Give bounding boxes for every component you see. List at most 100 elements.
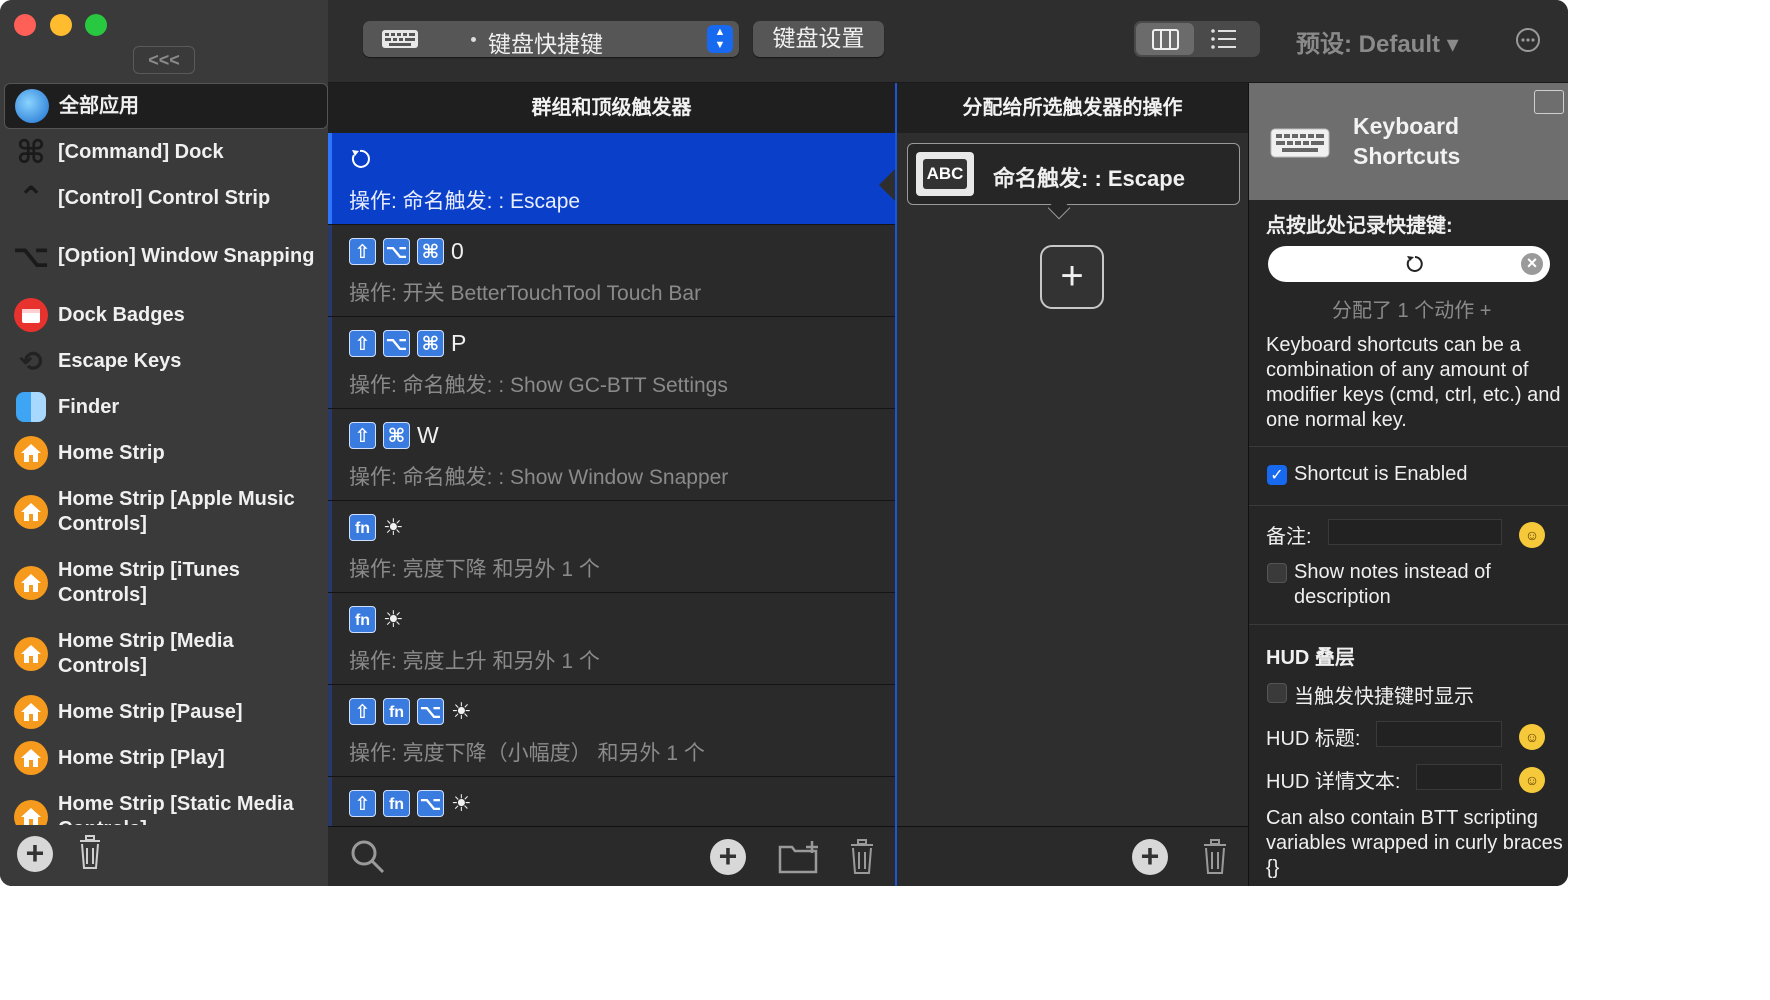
assigned-actions-label[interactable]: 分配了 1 个动作 + xyxy=(1332,294,1491,323)
trigger-row[interactable]: ⇧ ⌘ W 操作: 命名触发: : Show Window Snapper xyxy=(328,409,895,501)
collapse-sidebar-button[interactable]: <<< xyxy=(133,46,195,74)
keyboard-icon xyxy=(382,30,418,48)
toolbar: 键盘快捷键 ▲ ▼ 键盘设置 预设: Default ▾ xyxy=(328,0,1568,83)
add-action-button[interactable]: + xyxy=(1040,245,1104,309)
control-key-icon: ⌃ xyxy=(17,179,45,216)
minimize-window-button[interactable] xyxy=(50,14,72,36)
search-icon[interactable] xyxy=(350,839,386,875)
main-key: ☀ xyxy=(451,697,472,724)
home-icon xyxy=(14,636,48,671)
record-shortcut-field[interactable]: × xyxy=(1268,246,1550,282)
sidebar-item[interactable]: Home Strip [Static Media Controls] xyxy=(4,781,328,825)
selection-arrow xyxy=(879,169,895,201)
trigger-type-popup[interactable]: 键盘快捷键 ▲ ▼ xyxy=(363,21,739,57)
sidebar-item[interactable]: Home Strip [Media Controls] xyxy=(4,618,328,689)
add-app-button[interactable]: + xyxy=(17,836,53,872)
sidebar-item[interactable]: ⌘ [Command] Dock xyxy=(4,129,328,175)
sidebar-item[interactable]: Finder xyxy=(4,384,328,430)
trigger-action-text: 操作: 亮度下降（小幅度） 和另外 1 个 xyxy=(349,742,705,765)
inspector-title-line1: Keyboard xyxy=(1353,113,1460,139)
modifier-key-badge: ⌥ xyxy=(417,789,444,817)
sidebar-item[interactable]: Home Strip [Apple Music Controls] xyxy=(4,476,328,547)
preset-selector[interactable]: 预设: Default ▾ xyxy=(1296,24,1459,59)
sidebar-item-label: Home Strip [Pause] xyxy=(58,700,243,723)
notes-label: 备注: xyxy=(1266,526,1312,548)
dock-badges-icon xyxy=(14,298,48,332)
shortcut-keys: ⇧ ⌘ W xyxy=(349,421,439,449)
app-window: <<< 全部应用 ⌘ [Command] Dock ⌃ [Control] Contro… xyxy=(0,0,1568,886)
sidebar-item-label: Escape Keys xyxy=(58,349,182,372)
detach-window-icon[interactable] xyxy=(1534,90,1564,114)
sidebar-item[interactable]: ⌃ [Control] Control Strip xyxy=(4,175,328,221)
sidebar-item[interactable]: ⌥ [Option] Window Snapping xyxy=(4,221,328,292)
sidebar-item-label: Home Strip [Media Controls] xyxy=(58,629,234,677)
add-trigger-button[interactable]: + xyxy=(710,839,746,875)
emoji-picker-icon[interactable]: ☺ xyxy=(1519,522,1545,548)
modifier-key-badge: ⇧ xyxy=(349,697,376,725)
keyboard-settings-button[interactable]: 键盘设置 xyxy=(753,21,884,57)
add-action-footer-button[interactable]: + xyxy=(1132,839,1168,875)
sidebar-item-label: Home Strip xyxy=(58,441,165,464)
trigger-row[interactable]: 操作: 命名触发: : Escape xyxy=(328,133,895,225)
modifier-key-badge: ⌥ xyxy=(417,697,444,725)
action-item[interactable]: ABC 命名触发: : Escape xyxy=(907,143,1240,220)
close-window-button[interactable] xyxy=(14,14,36,36)
emoji-picker-icon[interactable]: ☺ xyxy=(1519,724,1545,750)
modifier-key-badge: ⇧ xyxy=(349,237,376,265)
shortcut-keys: fn ☀ xyxy=(349,513,404,541)
trigger-row[interactable]: fn ☀ 操作: 亮度上升 和另外 1 个 xyxy=(328,593,895,685)
modifier-key-badge: fn xyxy=(383,789,410,817)
shortcut-enabled-label: Shortcut is Enabled xyxy=(1294,463,1468,485)
sidebar-item-label: 全部应用 xyxy=(59,94,139,117)
main-key: P xyxy=(451,329,467,356)
inspector-title: Keyboard Shortcuts xyxy=(1353,111,1460,171)
home-icon xyxy=(14,494,48,529)
trash-icon[interactable] xyxy=(76,834,104,870)
divider xyxy=(1249,446,1568,447)
modifier-key-badge: ⇧ xyxy=(349,329,376,357)
home-icon xyxy=(14,741,48,775)
emoji-picker-icon[interactable]: ☺ xyxy=(1519,767,1545,793)
modifier-key-badge: ⇧ xyxy=(349,789,376,817)
abc-badge: ABC xyxy=(923,159,967,189)
view-mode-segmented xyxy=(1134,21,1260,57)
list-view-icon[interactable] xyxy=(1210,27,1238,51)
sidebar-item[interactable]: Home Strip [Play] xyxy=(4,735,328,781)
hud-detail-field[interactable] xyxy=(1416,764,1502,790)
trigger-row[interactable]: ⇧ ⌥ ⌘ P 操作: 命名触发: : Show GC-BTT Settings xyxy=(328,317,895,409)
delete-action-icon[interactable] xyxy=(1201,839,1229,875)
sidebar-item-label: Home Strip [Apple Music Controls] xyxy=(58,487,295,535)
clear-shortcut-button[interactable]: × xyxy=(1521,253,1543,275)
command-key-icon: ⌘ xyxy=(16,133,46,170)
show-notes-label: Show notes instead of description xyxy=(1294,561,1491,608)
columns-view-button[interactable] xyxy=(1136,23,1194,55)
row-indicator xyxy=(328,317,332,408)
hud-show-checkbox[interactable] xyxy=(1267,683,1287,703)
hud-title-field[interactable] xyxy=(1376,721,1502,747)
trigger-list-header: 群组和顶级触发器 xyxy=(328,83,895,133)
notes-field[interactable] xyxy=(1328,519,1502,545)
shortcut-enabled-checkbox[interactable]: ✓ xyxy=(1267,465,1287,485)
show-notes-checkbox[interactable] xyxy=(1267,563,1287,583)
zoom-window-button[interactable] xyxy=(85,14,107,36)
escape-icon: ⟲ xyxy=(19,345,43,377)
sidebar-item[interactable]: Home Strip [Pause] xyxy=(4,689,328,735)
inspector-panel: Keyboard Shortcuts 点按此处记录快捷键: × 分配了 1 个动… xyxy=(1248,83,1568,886)
shortcut-keys: ⇧ ⌥ ⌘ P xyxy=(349,329,466,357)
trigger-row[interactable]: ⇧ ⌥ ⌘ 0 操作: 开关 BetterTouchTool Touch Bar xyxy=(328,225,895,317)
sidebar-item-label: [Control] Control Strip xyxy=(58,186,271,209)
trigger-row[interactable]: ⇧ fn ⌥ ☀ 操作: 亮度下降（小幅度） 和另外 1 个 xyxy=(328,685,895,777)
sidebar-item[interactable]: Home Strip [iTunes Controls] xyxy=(4,547,328,618)
modifier-key-badge: fn xyxy=(349,605,376,633)
sidebar-item[interactable]: ⟲ Escape Keys xyxy=(4,338,328,384)
sidebar-item[interactable]: Home Strip xyxy=(4,430,328,476)
more-options-icon[interactable] xyxy=(1516,28,1540,52)
chevron-updown-icon: ▲ ▼ xyxy=(707,25,733,53)
add-folder-icon[interactable] xyxy=(778,839,820,875)
record-shortcut-label: 点按此处记录快捷键: xyxy=(1266,215,1453,237)
sidebar-item-label: Home Strip [iTunes Controls] xyxy=(58,558,240,606)
sidebar-item[interactable]: 全部应用 xyxy=(4,83,328,129)
trigger-row[interactable]: fn ☀ 操作: 亮度下降 和另外 1 个 xyxy=(328,501,895,593)
delete-trigger-icon[interactable] xyxy=(848,839,876,875)
sidebar-item[interactable]: Dock Badges xyxy=(4,292,328,338)
